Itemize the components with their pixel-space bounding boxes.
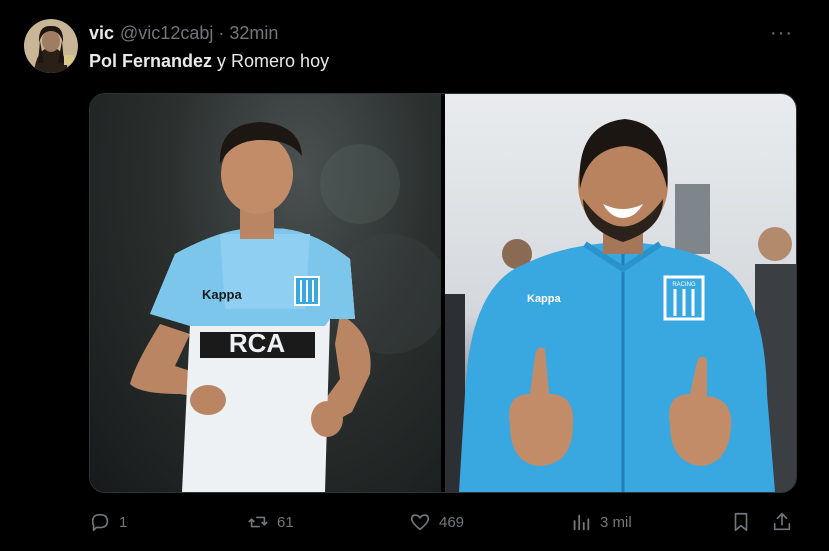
tweet-meta: @vic12cabj · 32min [120, 23, 278, 44]
sponsor-text: RCA [229, 328, 286, 358]
jacket-brand: Kappa [527, 293, 562, 305]
goalkeeper-illustration: Kappa RACING [445, 119, 796, 492]
separator: · [218, 22, 225, 43]
photo-romero[interactable]: Kappa RACING [445, 94, 796, 492]
like-icon [410, 514, 430, 531]
player-illustration: RCA Kappa [130, 122, 441, 492]
bookmark-icon [734, 512, 748, 532]
photo-pol-fernandez[interactable]: RCA Kappa [90, 94, 441, 492]
views-button[interactable]: 3 mil [570, 509, 632, 535]
share-icon [773, 512, 791, 531]
reply-icon [91, 513, 109, 532]
bookmark-button[interactable] [730, 509, 752, 535]
views-count: 3 mil [600, 513, 632, 531]
tweet-media[interactable]: RCA Kappa Kappa RACING [89, 93, 797, 493]
more-icon[interactable]: ··· [770, 21, 793, 45]
retweet-count: 61 [277, 513, 294, 531]
views-icon [573, 514, 590, 531]
tweet-actions: 1 61 469 3 mil [89, 509, 795, 535]
like-button[interactable]: 469 [409, 509, 464, 535]
tweet-text: Pol Fernandez y Romero hoy [89, 51, 329, 72]
crest-text: RACING [672, 282, 696, 288]
retweet-icon [248, 516, 268, 528]
avatar[interactable] [24, 19, 78, 73]
reply-count: 1 [119, 513, 128, 531]
tweet-text-bold: Pol Fernandez [89, 51, 213, 71]
share-button[interactable] [771, 509, 793, 535]
tweet-text-rest: y Romero hoy [212, 51, 330, 71]
display-name[interactable]: vic [89, 23, 114, 44]
timestamp[interactable]: 32min [229, 23, 278, 44]
retweet-button[interactable]: 61 [247, 509, 294, 535]
handle[interactable]: @vic12cabj [120, 23, 213, 44]
jersey-brand: Kappa [202, 287, 243, 302]
avatar-image [24, 19, 78, 73]
reply-button[interactable]: 1 [89, 509, 127, 535]
like-count: 469 [439, 513, 465, 531]
tweet-header: vic @vic12cabj · 32min [89, 21, 278, 45]
